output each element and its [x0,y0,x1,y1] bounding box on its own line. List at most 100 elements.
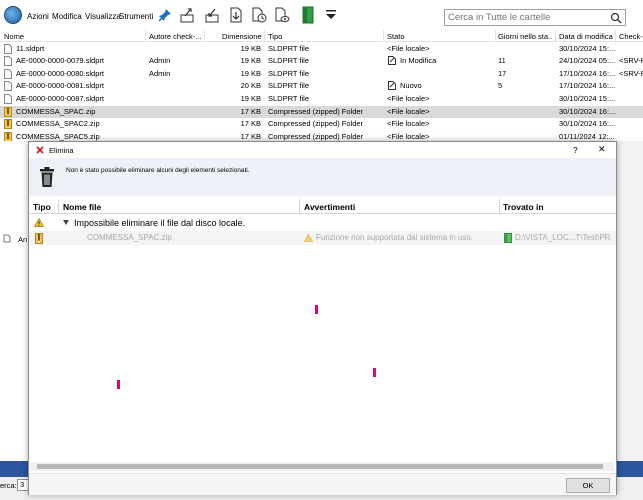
cell-checkout: <SRV-PI [619,56,643,65]
file-row[interactable]: AE-0000-0000-0087.sldprt 19 KB SLDPRT file… [0,93,643,105]
warning-icon [34,218,44,227]
file-row[interactable]: AE-0000-0000-0079.sldprt Admin 19 KB SLDPRT… [0,55,643,67]
dialog-titlebar[interactable] [29,142,616,158]
side-list-item[interactable]: An [0,232,28,246]
col-header-author[interactable]: Autore check-... [149,32,204,41]
dialog-message: Non è stato possibile eliminare alcuni d… [66,167,250,174]
highlight-marker [315,305,318,314]
cell-modified: 30/10/2024 16:... [559,119,615,128]
app-logo-icon [4,6,22,24]
ok-button[interactable]: OK [566,478,610,493]
grid-col-avvertimenti[interactable]: Avvertimenti [304,202,355,212]
file-row[interactable]: COMMESSA_SPAC.zip 17 KB Compressed (zipped… [0,106,643,119]
col-header-modified[interactable]: Data di modifica [559,32,613,41]
cell-author: Admin [149,56,171,65]
preview-icon[interactable] [273,6,291,24]
green-flag-icon[interactable] [299,6,317,24]
cell-modified: 30/10/2024 15:... [559,94,615,103]
part-file-icon [4,69,12,79]
col-header-type[interactable]: Tipo [268,32,282,41]
grid-divider[interactable] [58,199,59,214]
search-box[interactable] [444,9,626,26]
cell-modified: 17/10/2024 16:... [559,81,615,90]
grid-col-nome-file[interactable]: Nome file [63,202,101,212]
checked-out-icon [388,56,396,65]
pin-icon[interactable] [156,6,174,24]
part-file-icon [4,44,12,54]
trash-icon [40,167,54,187]
col-divider[interactable] [383,30,384,42]
file-icon [3,234,11,243]
cell-name: COMMESSA_SPAC.zip [16,107,96,116]
checkin-icon[interactable] [203,6,221,24]
group-label: Impossibile eliminare il file dal disco … [74,218,246,228]
warning-icon [304,234,313,242]
cell-type: Compressed (zipped) Folder [268,132,364,141]
cell-state: <File locale> [387,94,430,103]
zip-file-icon [35,233,43,244]
checkout-icon[interactable] [178,6,196,24]
file-row[interactable]: AE-0000-0000-0081.sldprt 20 KB SLDPRT file… [0,80,643,92]
cell-size: 17 KB [240,107,261,116]
cell-days: 11 [498,56,506,65]
file-row[interactable]: 11.sldprt 19 KB SLDPRT file <File locale> 30… [0,43,643,55]
cell-state: In Modifica [400,56,437,65]
file-list-area [0,141,28,441]
cell-state: <File locale> [387,119,430,128]
search-input[interactable] [445,10,609,25]
col-divider[interactable] [145,30,146,42]
menu-azioni[interactable]: Azioni [27,12,49,21]
scrollbar-thumb[interactable] [37,464,603,469]
cell-state: <File locale> [387,132,430,141]
collapse-arrow-icon[interactable] [63,220,69,225]
background-scrollbar[interactable] [617,141,643,461]
item-found-in: D:\VISTA_LOC...T\Test\PR [515,233,611,242]
get-version-icon[interactable] [250,6,268,24]
cell-type: SLDPRT file [268,56,309,65]
search-icon[interactable] [610,12,622,24]
dialog-title: Elimina [49,146,74,155]
cell-name: AE-0000-0000-0081.sldprt [16,81,104,90]
close-button[interactable]: ✕ [598,144,606,155]
part-file-icon [4,56,12,66]
get-latest-icon[interactable] [227,6,245,24]
grid-divider[interactable] [499,199,500,214]
cell-modified: 17/10/2024 16:... [559,69,615,78]
menu-strumenti[interactable]: Strumenti [119,12,153,21]
grid-col-tipo[interactable]: Tipo [33,202,51,212]
col-header-checkout[interactable]: Check-c [619,32,643,41]
col-divider[interactable] [555,30,556,42]
cell-name: AE-0000-0000-0080.sldprt [16,69,104,78]
dropdown-arrow-icon[interactable] [322,6,340,24]
col-header-size[interactable]: Dimensione [222,32,262,41]
dialog-footer [29,473,616,495]
menu-visualizza[interactable]: Visualizza [85,12,121,21]
cell-type: SLDPRT file [268,44,309,53]
col-header-days[interactable]: Giorni nello sta... [498,32,553,41]
col-header-state[interactable]: Stato [387,32,405,41]
file-row[interactable]: COMMESSA_SPAC2.zip 17 KB Compressed (zippe… [0,118,643,130]
cell-type: Compressed (zipped) Folder [268,107,364,116]
item-warning: Funzione non supportata dal sistema in u… [316,233,473,242]
col-divider[interactable] [495,30,496,42]
cell-name: AE-0000-0000-0079.sldprt [16,56,104,65]
file-row[interactable]: AE-0000-0000-0080.sldprt Admin 19 KB SLDPRT… [0,68,643,80]
grid-item-row[interactable]: COMMESSA_SPAC.zip Funzione non supportat… [29,231,616,245]
col-divider[interactable] [264,30,265,42]
col-divider[interactable] [204,30,205,42]
col-header-name[interactable]: Nome [4,32,24,41]
group-row[interactable]: Impossibile eliminare il file dal disco … [29,215,616,231]
cell-modified: 01/11/2024 12:... [559,132,615,141]
menu-modifica[interactable]: Modifica [52,12,82,21]
cell-size: 17 KB [240,132,261,141]
grid-divider[interactable] [299,199,300,214]
cell-state: <File locale> [387,44,430,53]
side-item-label: An [18,235,28,244]
cell-author: Admin [149,69,171,78]
help-button[interactable]: ? [573,145,578,155]
grid-col-trovato-in[interactable]: Trovato in [503,202,544,212]
col-divider[interactable] [615,30,616,42]
cell-modified: 24/10/2024 05:... [559,56,615,65]
vault-folder-icon [504,233,512,243]
delete-x-icon [36,146,44,154]
